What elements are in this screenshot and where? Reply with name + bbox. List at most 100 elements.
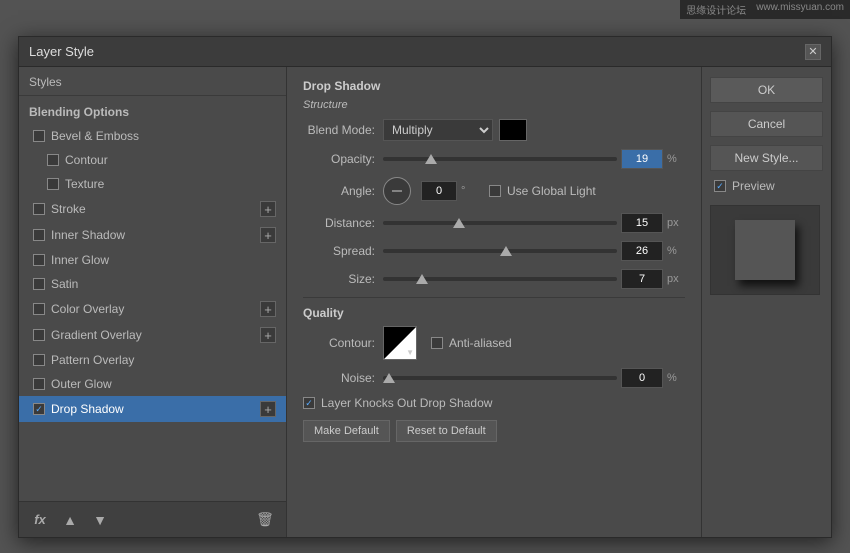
spread-thumb[interactable] — [500, 246, 512, 256]
action-buttons-row: Make Default Reset to Default — [303, 420, 685, 442]
noise-unit: % — [667, 372, 685, 384]
spread-input[interactable] — [621, 241, 663, 261]
opacity-input[interactable] — [621, 149, 663, 169]
distance-thumb[interactable] — [453, 218, 465, 228]
satin-checkbox[interactable] — [33, 278, 45, 290]
sidebar-item-inner-glow[interactable]: Inner Glow — [19, 248, 286, 272]
drop-shadow-add-button[interactable]: + — [260, 401, 276, 417]
spread-row: Spread: % — [303, 241, 685, 261]
inner-shadow-label: Inner Shadow — [51, 228, 125, 242]
sidebar-item-gradient-overlay[interactable]: Gradient Overlay + — [19, 322, 286, 348]
sidebar-item-satin[interactable]: Satin — [19, 272, 286, 296]
texture-label: Texture — [65, 177, 104, 191]
size-row: Size: px — [303, 269, 685, 289]
gradient-overlay-label: Gradient Overlay — [51, 328, 142, 342]
section-title: Drop Shadow — [303, 79, 685, 93]
size-input[interactable] — [621, 269, 663, 289]
move-up-button[interactable]: ▲ — [59, 509, 81, 531]
contour-preview[interactable]: ▼ — [383, 326, 417, 360]
size-slider[interactable] — [383, 271, 617, 287]
color-overlay-add-button[interactable]: + — [260, 301, 276, 317]
contour-row: Contour: ▼ Anti-aliased — [303, 326, 685, 360]
opacity-thumb[interactable] — [425, 154, 437, 164]
fx-button[interactable]: fx — [29, 509, 51, 531]
sidebar-item-bevel-emboss[interactable]: Bevel & Emboss — [19, 124, 286, 148]
cancel-button[interactable]: Cancel — [710, 111, 823, 137]
noise-slider[interactable] — [383, 370, 617, 386]
satin-label: Satin — [51, 277, 78, 291]
gradient-overlay-add-button[interactable]: + — [260, 327, 276, 343]
contour-label: Contour — [65, 153, 108, 167]
reset-to-default-button[interactable]: Reset to Default — [396, 420, 497, 442]
angle-unit: ° — [461, 185, 479, 197]
angle-dial[interactable] — [383, 177, 411, 205]
inner-glow-checkbox[interactable] — [33, 254, 45, 266]
sidebar-item-contour[interactable]: Contour — [19, 148, 286, 172]
stroke-checkbox[interactable] — [33, 203, 45, 215]
sidebar-item-pattern-overlay[interactable]: Pattern Overlay — [19, 348, 286, 372]
sidebar-item-inner-shadow[interactable]: Inner Shadow + — [19, 222, 286, 248]
contour-checkbox[interactable] — [47, 154, 59, 166]
sidebar-item-stroke[interactable]: Stroke + — [19, 196, 286, 222]
watermark-bar: 思缘设计论坛 www.missyuan.com — [680, 0, 850, 19]
ok-button[interactable]: OK — [710, 77, 823, 103]
title-bar: Layer Style ✕ — [19, 37, 831, 67]
move-down-button[interactable]: ▼ — [89, 509, 111, 531]
stroke-add-button[interactable]: + — [260, 201, 276, 217]
anti-aliased-label: Anti-aliased — [449, 336, 512, 350]
blend-mode-row: Blend Mode: Multiply Normal Screen Overl… — [303, 119, 685, 141]
noise-input[interactable] — [621, 368, 663, 388]
opacity-slider[interactable] — [383, 151, 617, 167]
watermark-right: www.missyuan.com — [756, 2, 844, 17]
blend-mode-select[interactable]: Multiply Normal Screen Overlay — [383, 119, 493, 141]
gradient-overlay-checkbox[interactable] — [33, 329, 45, 341]
texture-checkbox[interactable] — [47, 178, 59, 190]
drop-shadow-checkbox[interactable] — [33, 403, 45, 415]
quality-section-title: Quality — [303, 306, 685, 320]
styles-header: Styles — [19, 67, 286, 96]
inner-shadow-checkbox[interactable] — [33, 229, 45, 241]
subsection-title: Structure — [303, 99, 685, 111]
middle-panel: Drop Shadow Structure Blend Mode: Multip… — [287, 67, 701, 537]
dialog-body: Styles Blending Options Bevel & Emboss — [19, 67, 831, 537]
spread-slider[interactable] — [383, 243, 617, 259]
size-thumb[interactable] — [416, 274, 428, 284]
delete-button[interactable]: 🗑 — [254, 509, 276, 531]
color-overlay-checkbox[interactable] — [33, 303, 45, 315]
sidebar-item-color-overlay[interactable]: Color Overlay + — [19, 296, 286, 322]
anti-aliased-checkbox[interactable] — [431, 337, 443, 349]
layer-style-dialog: Layer Style ✕ Styles Blending Options Be… — [18, 36, 832, 538]
bevel-emboss-checkbox[interactable] — [33, 130, 45, 142]
color-overlay-label: Color Overlay — [51, 302, 124, 316]
sidebar-item-texture[interactable]: Texture — [19, 172, 286, 196]
make-default-button[interactable]: Make Default — [303, 420, 390, 442]
size-unit: px — [667, 273, 685, 285]
layer-knocks-out-checkbox[interactable] — [303, 397, 315, 409]
outer-glow-checkbox[interactable] — [33, 378, 45, 390]
distance-slider[interactable] — [383, 215, 617, 231]
styles-list: Blending Options Bevel & Emboss Contour — [19, 96, 286, 501]
noise-thumb[interactable] — [383, 373, 395, 383]
blending-options-label: Blending Options — [29, 105, 129, 119]
outer-glow-label: Outer Glow — [51, 377, 112, 391]
new-style-button[interactable]: New Style... — [710, 145, 823, 171]
angle-input[interactable] — [421, 181, 457, 201]
dialog-title: Layer Style — [29, 44, 94, 59]
sidebar-item-drop-shadow[interactable]: Drop Shadow + — [19, 396, 286, 422]
inner-shadow-add-button[interactable]: + — [260, 227, 276, 243]
close-button[interactable]: ✕ — [805, 44, 821, 60]
use-global-light-checkbox[interactable] — [489, 185, 501, 197]
down-icon: ▼ — [93, 512, 107, 528]
bevel-emboss-label: Bevel & Emboss — [51, 129, 139, 143]
pattern-overlay-checkbox[interactable] — [33, 354, 45, 366]
sidebar-item-blending-options[interactable]: Blending Options — [19, 100, 286, 124]
preview-label: Preview — [732, 179, 775, 193]
distance-input[interactable] — [621, 213, 663, 233]
distance-unit: px — [667, 217, 685, 229]
sidebar-item-outer-glow[interactable]: Outer Glow — [19, 372, 286, 396]
blend-mode-color-swatch[interactable] — [499, 119, 527, 141]
preview-checkbox[interactable] — [714, 180, 726, 192]
opacity-unit: % — [667, 153, 685, 165]
opacity-label: Opacity: — [303, 152, 383, 166]
blend-mode-label: Blend Mode: — [303, 123, 383, 137]
